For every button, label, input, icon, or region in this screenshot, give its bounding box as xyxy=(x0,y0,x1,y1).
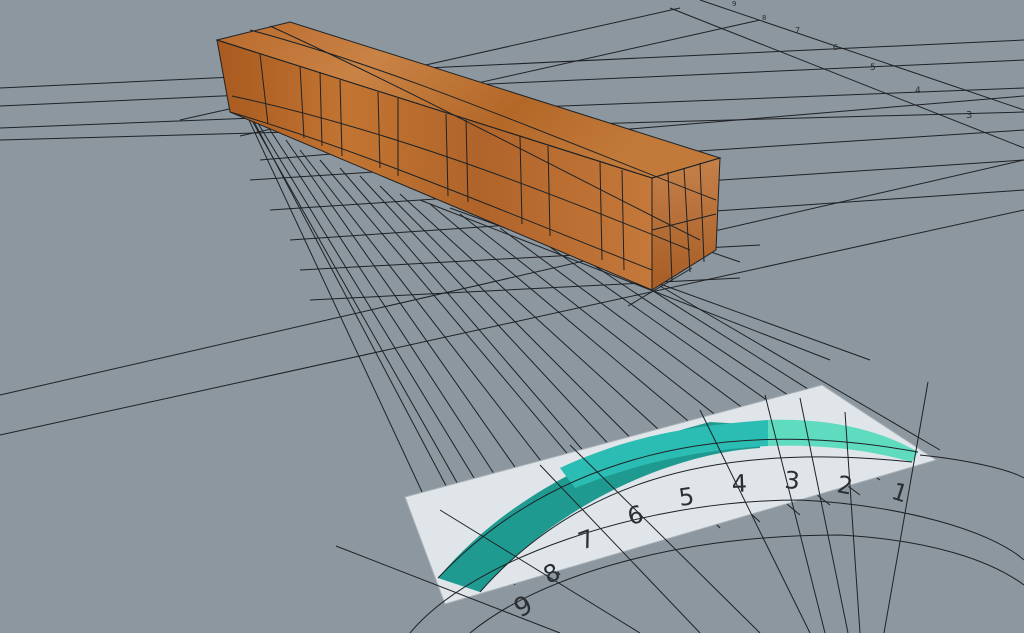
far-label-5: 5 xyxy=(870,63,876,73)
far-label-6: 6 xyxy=(833,43,838,52)
far-label-8: 8 xyxy=(762,14,766,22)
far-label-3: 3 xyxy=(966,110,972,121)
wood-block-end xyxy=(652,158,720,290)
ruler-label-9: 9 xyxy=(509,590,538,624)
far-label-7: 7 xyxy=(795,26,800,35)
far-label-4: 4 xyxy=(915,86,921,96)
ruler-label-3: 3 xyxy=(784,466,801,495)
ruler-label-1: 1 xyxy=(888,477,911,508)
far-label-9: 9 xyxy=(732,0,736,8)
3d-viewport[interactable]: 9 8 7 6 5 4 3 2 1 9 8 7 6 5 4 3 xyxy=(0,0,1024,633)
ruler-label-4: 4 xyxy=(731,469,747,498)
wood-block[interactable] xyxy=(215,21,722,291)
